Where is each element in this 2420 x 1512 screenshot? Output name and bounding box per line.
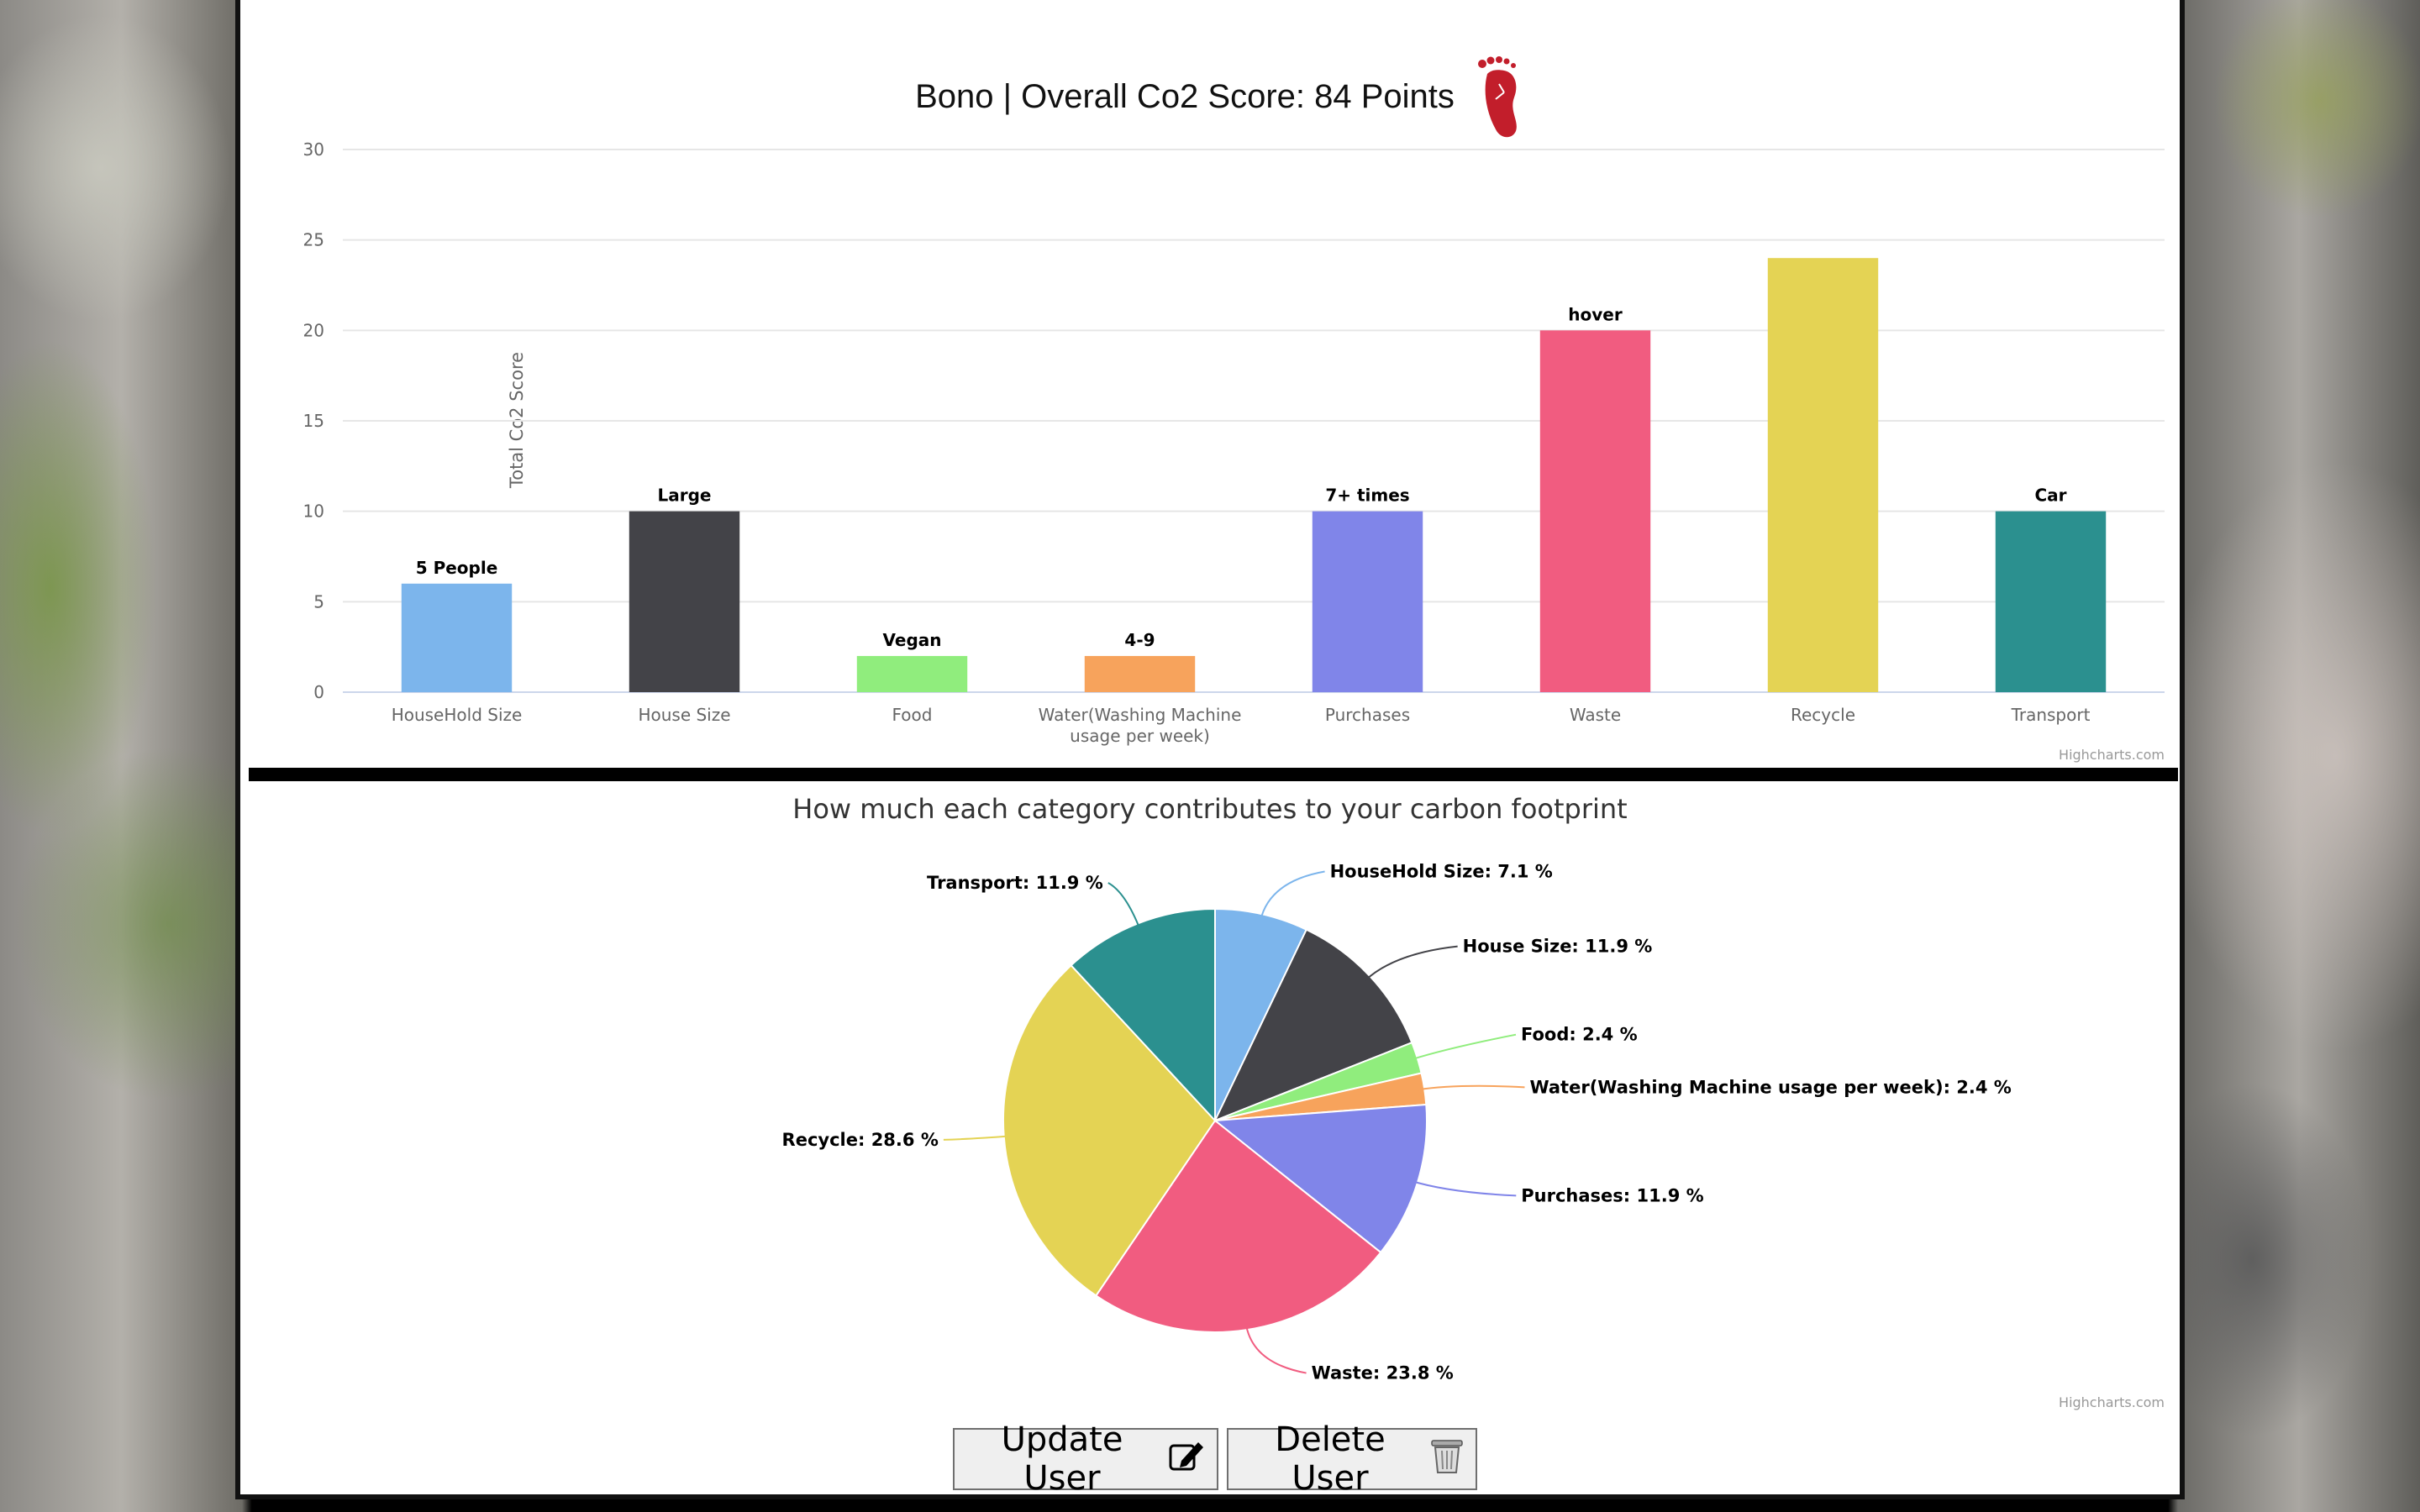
action-buttons: Update User Delete User [953,1420,1477,1498]
bar-data-label: hover [1568,304,1623,324]
pie-chart-title: How much each category contributes to yo… [792,793,1627,825]
x-tick-label: Food [892,705,933,725]
y-tick-label: 0 [313,682,324,702]
edit-icon [1168,1439,1205,1480]
x-tick-label: Recycle [1791,705,1855,725]
delete-user-button[interactable]: Delete User [1227,1420,1477,1498]
pie-data-label: Waste: 23.8 % [1312,1363,1454,1383]
x-tick-label: Purchases [1325,705,1410,725]
pie-data-label: Transport: 11.9 % [927,873,1103,893]
pie-connector [943,1135,1011,1141]
bar-data-label: 5 People [416,558,498,578]
pie-connector [1244,1323,1307,1374]
x-axis-ticks: HouseHold Size House Size Food Water(Washin… [392,705,2091,746]
bar [856,655,968,692]
bar [1084,655,1196,692]
results-panel: Bono | Overall Co2 Score: 84 Points Tota… [235,0,2185,1499]
section-divider [249,768,2178,781]
x-tick-label: House Size [638,705,730,725]
pie-data-label: House Size: 11.9 % [1463,937,1653,957]
y-tick-label: 20 [303,320,324,340]
bar [401,583,513,692]
y-axis-ticks: 0 5 10 15 20 25 30 [303,139,324,702]
footprint-icon [1478,56,1517,138]
bar-data-label: 4-9 [1124,630,1155,650]
x-tick-label: Water(Washing Machine usage per week) [1039,705,1242,746]
x-tick-label: HouseHold Size [392,705,523,725]
bar-chart-title: Bono | Overall Co2 Score: 84 Points [915,78,1455,115]
pie-data-label: Food: 2.4 % [1521,1025,1638,1045]
bar-data-label: Large [658,486,712,506]
bar-data-label: Vegan [883,630,942,650]
pie-connector [1418,1084,1525,1091]
pie-series [1002,907,1428,1333]
bar-series [401,258,2107,692]
pie-connector [1410,1179,1517,1197]
x-tick-label: Waste [1570,705,1621,725]
trash-icon [1430,1437,1464,1482]
y-tick-label: 25 [303,230,324,250]
bar-chart-credits[interactable]: Highcharts.com [2059,747,2165,763]
bar [1767,258,1879,692]
bar-grid [343,149,2165,693]
bar [1312,511,1423,692]
x-tick-label: Transport [2011,705,2091,725]
pie-chart-credits[interactable]: Highcharts.com [2059,1394,2165,1410]
pie-data-label: HouseHold Size: 7.1 % [1330,862,1553,882]
pie-connector [1364,945,1458,982]
update-user-label: Update User [1001,1420,1123,1498]
bar [629,511,740,692]
bar [1539,330,1651,692]
pie-chart: How much each category contributes to yo… [782,793,2165,1410]
update-user-button[interactable]: Update User [953,1420,1218,1498]
pie-data-label: Recycle: 28.6 % [782,1130,939,1150]
y-tick-label: 10 [303,501,324,522]
pie-data-label: Purchases: 11.9 % [1521,1185,1703,1205]
y-tick-label: 5 [313,591,324,612]
delete-user-label: Delete User [1275,1420,1386,1498]
y-tick-label: 15 [303,411,324,431]
bar-data-label: Car [2034,486,2066,506]
bar-data-label: 7+ times [1325,486,1409,506]
pie-connector [1410,1033,1517,1061]
bar-chart: Bono | Overall Co2 Score: 84 Points Tota… [303,56,2165,763]
pie-data-label: Water(Washing Machine usage per week): 2… [1529,1077,2011,1097]
pie-connector [1259,870,1325,921]
pie-connector [1107,882,1141,931]
y-tick-label: 30 [303,139,324,160]
bar [1995,511,2107,692]
